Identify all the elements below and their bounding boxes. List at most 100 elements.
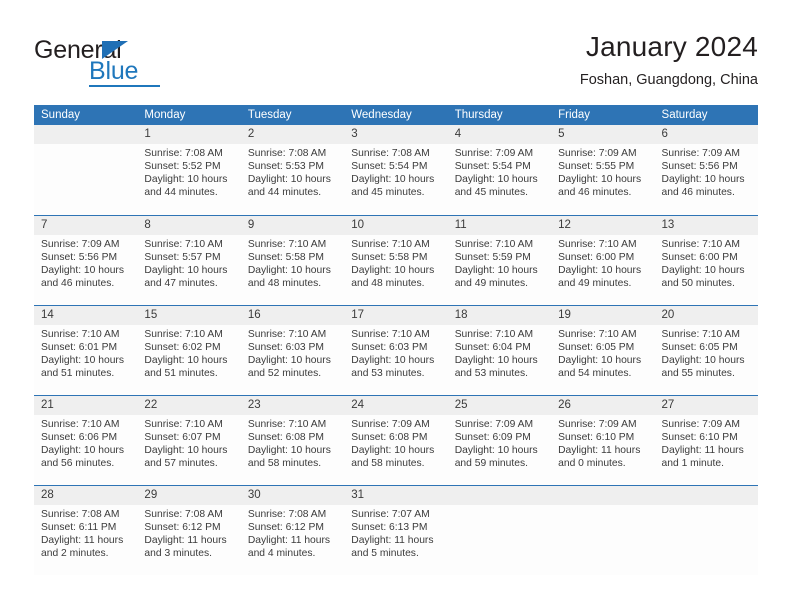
- day-cell[interactable]: 6 Sunrise: 7:09 AM Sunset: 5:56 PM Daylight…: [654, 125, 758, 215]
- day-cell[interactable]: 24 Sunrise: 7:09 AM Sunset: 6:08 PM Dayligh…: [344, 396, 448, 485]
- day-cell[interactable]: 29 Sunrise: 7:08 AM Sunset: 6:12 PM Dayligh…: [137, 486, 241, 575]
- day-number: [34, 125, 138, 144]
- day-cell[interactable]: 14 Sunrise: 7:10 AM Sunset: 6:01 PM Dayligh…: [34, 306, 138, 395]
- day-cell[interactable]: 23 Sunrise: 7:10 AM Sunset: 6:08 PM Dayligh…: [240, 396, 345, 485]
- week-row: 21 Sunrise: 7:10 AM Sunset: 6:06 PM Dayligh…: [34, 395, 758, 485]
- sunset-text: Sunset: 6:01 PM: [41, 341, 118, 353]
- day-number: 17: [344, 306, 448, 325]
- day-cell[interactable]: 9 Sunrise: 7:10 AM Sunset: 5:58 PM Daylight…: [240, 216, 345, 305]
- daylight-text-line1: Daylight: 11 hours: [661, 444, 744, 456]
- daylight-text-line2: and 49 minutes.: [454, 277, 528, 289]
- day-cell[interactable]: 22 Sunrise: 7:10 AM Sunset: 6:07 PM Dayligh…: [137, 396, 241, 485]
- day-cell[interactable]: 16 Sunrise: 7:10 AM Sunset: 6:03 PM Dayligh…: [240, 306, 345, 395]
- sunset-text: Sunset: 6:13 PM: [351, 521, 428, 533]
- day-cell[interactable]: 17 Sunrise: 7:10 AM Sunset: 6:03 PM Dayligh…: [344, 306, 448, 395]
- daylight-text-line1: Daylight: 10 hours: [41, 354, 124, 366]
- logo-text-blue: Blue: [89, 57, 139, 85]
- daylight-text-line1: Daylight: 10 hours: [144, 444, 228, 456]
- sunset-text: Sunset: 6:03 PM: [247, 341, 324, 353]
- sunset-text: Sunset: 6:08 PM: [247, 431, 324, 443]
- day-number: 29: [137, 486, 241, 505]
- sunrise-text: Sunrise: 7:10 AM: [351, 329, 430, 340]
- sunrise-text: Sunrise: 7:09 AM: [558, 419, 637, 430]
- day-cell[interactable]: 20 Sunrise: 7:10 AM Sunset: 6:05 PM Dayligh…: [654, 306, 758, 395]
- general-blue-logo: General Blue: [34, 36, 174, 88]
- daylight-text-line1: Daylight: 10 hours: [454, 173, 538, 185]
- day-sun-info: Sunrise: 7:10 AM Sunset: 5:58 PM Daylight:…: [241, 235, 344, 291]
- sunset-text: Sunset: 6:12 PM: [144, 521, 221, 533]
- daylight-text-line2: and 58 minutes.: [247, 457, 322, 469]
- sunset-text: Sunset: 6:07 PM: [144, 431, 221, 443]
- sunrise-text: Sunrise: 7:09 AM: [454, 148, 534, 159]
- day-cell[interactable]: 5 Sunrise: 7:09 AM Sunset: 5:55 PM Daylight…: [551, 125, 655, 215]
- day-sun-info: Sunrise: 7:09 AM Sunset: 6:10 PM Daylight:…: [655, 415, 758, 471]
- daylight-text-line2: and 5 minutes.: [351, 547, 419, 559]
- day-sun-info: Sunrise: 7:10 AM Sunset: 5:57 PM Daylight:…: [137, 235, 240, 291]
- day-sun-info: Sunrise: 7:10 AM Sunset: 6:03 PM Daylight:…: [344, 325, 447, 381]
- day-cell[interactable]: 3 Sunrise: 7:08 AM Sunset: 5:54 PM Daylight…: [344, 125, 448, 215]
- page-title: January 2024: [585, 31, 758, 62]
- daylight-text-line1: Daylight: 10 hours: [41, 264, 124, 276]
- daylight-text-line2: and 48 minutes.: [247, 277, 322, 289]
- day-cell[interactable]: 21 Sunrise: 7:10 AM Sunset: 6:06 PM Dayligh…: [34, 396, 138, 485]
- day-cell[interactable]: 11 Sunrise: 7:10 AM Sunset: 5:59 PM Dayligh…: [447, 216, 552, 305]
- day-sun-info: Sunrise: 7:08 AM Sunset: 5:52 PM Daylight:…: [137, 144, 240, 200]
- daylight-text-line2: and 58 minutes.: [351, 457, 425, 469]
- sunset-text: Sunset: 5:58 PM: [351, 251, 428, 263]
- day-cell[interactable]: 27 Sunrise: 7:09 AM Sunset: 6:10 PM Dayligh…: [654, 396, 758, 485]
- day-sun-info: Sunrise: 7:08 AM Sunset: 6:12 PM Daylight:…: [241, 505, 344, 561]
- daylight-text-line1: Daylight: 10 hours: [661, 264, 745, 276]
- day-cell[interactable]: 13 Sunrise: 7:10 AM Sunset: 6:00 PM Dayligh…: [654, 216, 758, 305]
- sunrise-text: Sunrise: 7:07 AM: [351, 509, 430, 520]
- sunset-text: Sunset: 5:54 PM: [351, 160, 428, 172]
- day-number: 25: [447, 396, 552, 415]
- daylight-text-line2: and 3 minutes.: [144, 547, 212, 559]
- daylight-text-line1: Daylight: 10 hours: [144, 173, 228, 185]
- day-cell[interactable]: 30 Sunrise: 7:08 AM Sunset: 6:12 PM Dayligh…: [240, 486, 345, 575]
- day-number: 6: [654, 125, 758, 144]
- day-number: 15: [137, 306, 241, 325]
- day-cell[interactable]: 7 Sunrise: 7:09 AM Sunset: 5:56 PM Daylight…: [34, 216, 138, 305]
- sunset-text: Sunset: 5:58 PM: [247, 251, 324, 263]
- sunrise-text: Sunrise: 7:08 AM: [144, 148, 223, 159]
- day-cell-empty: [34, 125, 138, 215]
- daylight-text-line2: and 44 minutes.: [144, 186, 218, 198]
- day-cell[interactable]: 19 Sunrise: 7:10 AM Sunset: 6:05 PM Dayligh…: [551, 306, 655, 395]
- day-number: [551, 486, 655, 505]
- day-cell[interactable]: 4 Sunrise: 7:09 AM Sunset: 5:54 PM Daylight…: [447, 125, 552, 215]
- day-cell[interactable]: 12 Sunrise: 7:10 AM Sunset: 6:00 PM Dayligh…: [551, 216, 655, 305]
- day-sun-info: Sunrise: 7:10 AM Sunset: 6:02 PM Daylight:…: [137, 325, 240, 381]
- day-number: [447, 486, 552, 505]
- day-cell[interactable]: 8 Sunrise: 7:10 AM Sunset: 5:57 PM Daylight…: [137, 216, 241, 305]
- daylight-text-line1: Daylight: 10 hours: [247, 173, 331, 185]
- sunset-text: Sunset: 6:09 PM: [454, 431, 531, 443]
- day-cell[interactable]: 15 Sunrise: 7:10 AM Sunset: 6:02 PM Dayligh…: [137, 306, 241, 395]
- day-number: 7: [34, 216, 138, 235]
- daylight-text-line1: Daylight: 10 hours: [454, 264, 538, 276]
- sunset-text: Sunset: 6:10 PM: [558, 431, 635, 443]
- day-cell[interactable]: 28 Sunrise: 7:08 AM Sunset: 6:11 PM Dayligh…: [34, 486, 138, 575]
- day-cell[interactable]: 1 Sunrise: 7:08 AM Sunset: 5:52 PM Daylight…: [137, 125, 241, 215]
- daylight-text-line2: and 57 minutes.: [144, 457, 218, 469]
- sunrise-text: Sunrise: 7:08 AM: [351, 148, 430, 159]
- weekday-header-thursday: Thursday: [454, 109, 503, 121]
- daylight-text-line1: Daylight: 11 hours: [558, 444, 641, 456]
- title-block: January 2024 Foshan, Guangdong, China: [580, 30, 758, 90]
- day-cell[interactable]: 18 Sunrise: 7:10 AM Sunset: 6:04 PM Dayligh…: [447, 306, 552, 395]
- day-sun-info: Sunrise: 7:10 AM Sunset: 5:58 PM Daylight:…: [344, 235, 447, 291]
- daylight-text-line1: Daylight: 10 hours: [558, 173, 642, 185]
- day-sun-info: Sunrise: 7:09 AM Sunset: 5:56 PM Daylight:…: [655, 144, 758, 200]
- day-cell[interactable]: 26 Sunrise: 7:09 AM Sunset: 6:10 PM Dayligh…: [551, 396, 655, 485]
- sunset-text: Sunset: 6:12 PM: [247, 521, 324, 533]
- day-cell[interactable]: 25 Sunrise: 7:09 AM Sunset: 6:09 PM Dayligh…: [447, 396, 552, 485]
- day-number: 3: [344, 125, 448, 144]
- sunrise-text: Sunrise: 7:10 AM: [454, 239, 534, 250]
- daylight-text-line1: Daylight: 11 hours: [144, 534, 227, 546]
- day-sun-info: Sunrise: 7:09 AM Sunset: 5:55 PM Daylight:…: [551, 144, 654, 200]
- sunset-text: Sunset: 6:11 PM: [41, 521, 117, 533]
- day-cell[interactable]: 31 Sunrise: 7:07 AM Sunset: 6:13 PM Dayligh…: [344, 486, 448, 575]
- sunrise-text: Sunrise: 7:08 AM: [247, 148, 327, 159]
- day-cell[interactable]: 10 Sunrise: 7:10 AM Sunset: 5:58 PM Dayligh…: [344, 216, 448, 305]
- daylight-text-line1: Daylight: 10 hours: [144, 264, 228, 276]
- day-cell[interactable]: 2 Sunrise: 7:08 AM Sunset: 5:53 PM Daylight…: [240, 125, 345, 215]
